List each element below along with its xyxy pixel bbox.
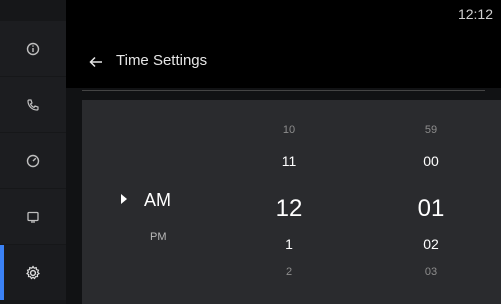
clock: 12:12 (457, 6, 493, 22)
ampm-option-am[interactable]: AM (144, 190, 171, 211)
divider (82, 90, 485, 91)
gear-icon (26, 264, 40, 279)
info-icon (26, 42, 40, 55)
sidebar (0, 0, 66, 304)
page-title: Time Settings (116, 52, 208, 69)
header: Time Settings (66, 40, 501, 88)
gauge-icon (26, 154, 40, 167)
hour-wheel-item[interactable]: 1 (285, 236, 293, 252)
back-button[interactable] (86, 52, 106, 72)
selection-marker-icon (121, 194, 127, 204)
hour-wheel-item[interactable]: 11 (282, 153, 297, 169)
hour-wheel-item[interactable]: 2 (286, 266, 292, 278)
active-indicator (0, 245, 4, 300)
hour-wheel-selected[interactable]: 12 (276, 195, 303, 223)
back-arrow-icon (89, 56, 102, 68)
ampm-option-pm[interactable]: PM (150, 231, 167, 243)
minute-wheel-item[interactable]: 03 (425, 266, 437, 278)
sidebar-item-phone[interactable] (0, 77, 66, 132)
hour-wheel-item[interactable]: 10 (283, 124, 295, 136)
sidebar-item-display[interactable] (0, 189, 66, 244)
status-bar: 12:12 (66, 0, 501, 40)
display-icon (27, 211, 39, 223)
sidebar-item-gauge[interactable] (0, 133, 66, 188)
sidebar-item-settings[interactable] (0, 245, 66, 300)
minute-wheel-item[interactable]: 02 (423, 236, 439, 252)
minute-wheel-selected[interactable]: 01 (418, 195, 445, 223)
minute-wheel-item[interactable]: 00 (423, 153, 439, 169)
phone-icon (27, 98, 39, 111)
sidebar-item-info[interactable] (0, 21, 66, 76)
minute-wheel-item[interactable]: 59 (425, 124, 437, 136)
